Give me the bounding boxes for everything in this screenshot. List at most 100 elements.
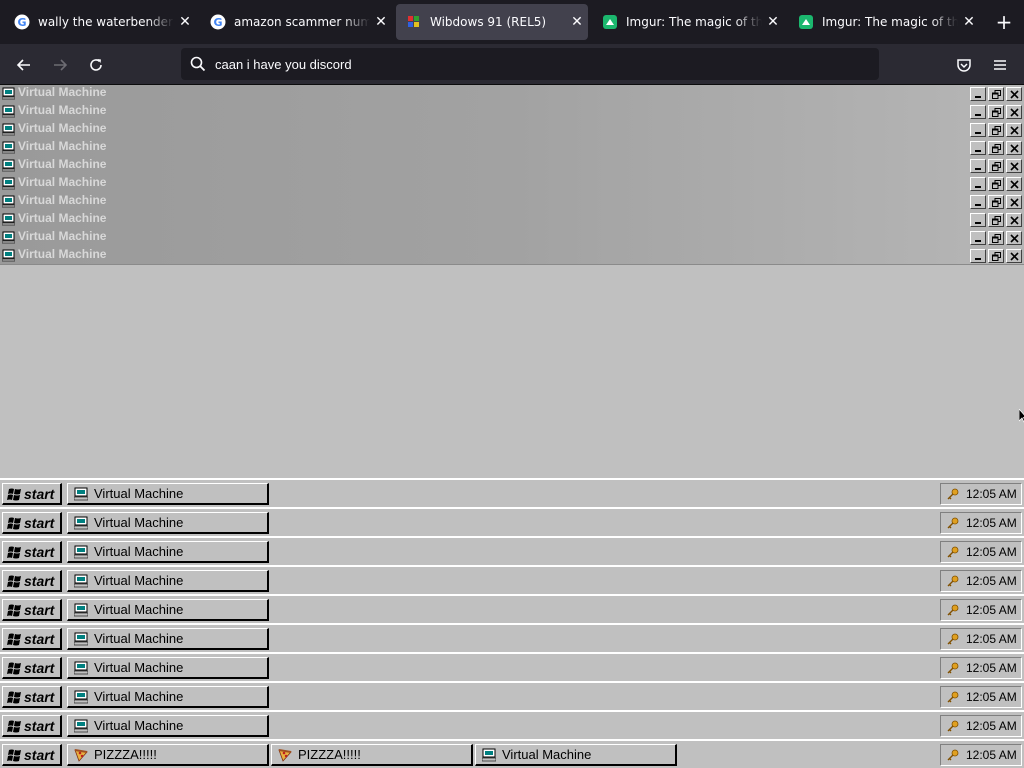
restore-button[interactable] bbox=[988, 249, 1004, 263]
close-button[interactable] bbox=[1006, 249, 1022, 263]
minimize-button[interactable] bbox=[970, 105, 986, 119]
taskbar-button[interactable]: Virtual Machine bbox=[67, 686, 269, 708]
taskbar-button[interactable]: PIZZZA!!!!! bbox=[271, 744, 473, 766]
tab-wally-waterbender[interactable]: G wally the waterbender - Go ✕ bbox=[4, 4, 196, 40]
clock[interactable]: 12:05 AM bbox=[966, 632, 1017, 646]
mouse-cursor-icon bbox=[1019, 409, 1024, 423]
minimize-button[interactable] bbox=[970, 249, 986, 263]
taskbar-button[interactable]: Virtual Machine bbox=[475, 744, 677, 766]
address-bar[interactable]: caan i have you discord bbox=[181, 48, 879, 80]
close-icon bbox=[1009, 107, 1019, 117]
pocket-button[interactable] bbox=[951, 52, 977, 78]
clock[interactable]: 12:05 AM bbox=[966, 487, 1017, 501]
vm-window-titlebar[interactable]: Virtual Machine bbox=[0, 103, 1024, 121]
close-button[interactable] bbox=[1006, 159, 1022, 173]
restore-button[interactable] bbox=[988, 123, 1004, 137]
restore-button[interactable] bbox=[988, 87, 1004, 101]
restore-button[interactable] bbox=[988, 141, 1004, 155]
computer-icon bbox=[2, 87, 15, 100]
close-button[interactable] bbox=[1006, 177, 1022, 191]
start-button[interactable]: start bbox=[2, 541, 62, 563]
clock[interactable]: 12:05 AM bbox=[966, 661, 1017, 675]
restore-button[interactable] bbox=[988, 195, 1004, 209]
restore-button[interactable] bbox=[988, 177, 1004, 191]
close-button[interactable] bbox=[1006, 195, 1022, 209]
minimize-button[interactable] bbox=[970, 123, 986, 137]
tab-amazon-scammer[interactable]: G amazon scammer numbers ✕ bbox=[200, 4, 392, 40]
restore-button[interactable] bbox=[988, 159, 1004, 173]
minimize-button[interactable] bbox=[970, 213, 986, 227]
menu-button[interactable] bbox=[987, 52, 1013, 78]
taskbar-button[interactable]: Virtual Machine bbox=[67, 715, 269, 737]
close-icon[interactable]: ✕ bbox=[566, 14, 588, 30]
clock[interactable]: 12:05 AM bbox=[966, 748, 1017, 762]
taskbar-button[interactable]: Virtual Machine bbox=[67, 599, 269, 621]
vm-window-titlebar[interactable]: Virtual Machine bbox=[0, 211, 1024, 229]
start-button[interactable]: start bbox=[2, 715, 62, 737]
start-button[interactable]: start bbox=[2, 628, 62, 650]
tab-wibdows-91[interactable]: Wibdows 91 (REL5) ✕ bbox=[396, 4, 588, 40]
restore-button[interactable] bbox=[988, 213, 1004, 227]
vm-window-titlebar[interactable]: Virtual Machine bbox=[0, 229, 1024, 247]
close-icon[interactable]: ✕ bbox=[370, 14, 392, 30]
reload-button[interactable] bbox=[83, 52, 109, 78]
clock[interactable]: 12:05 AM bbox=[966, 603, 1017, 617]
taskbar-button[interactable]: Virtual Machine bbox=[67, 570, 269, 592]
start-button[interactable]: start bbox=[2, 483, 62, 505]
forward-button[interactable] bbox=[47, 52, 73, 78]
restore-button[interactable] bbox=[988, 105, 1004, 119]
taskbar-button[interactable]: Virtual Machine bbox=[67, 512, 269, 534]
taskbar-button[interactable]: PIZZZA!!!!! bbox=[67, 744, 269, 766]
close-icon[interactable]: ✕ bbox=[958, 14, 980, 30]
system-tray: 12:05 AM bbox=[940, 744, 1022, 766]
wibdows-desktop[interactable]: Virtual Machine Virtual Machine Virtual … bbox=[0, 85, 1024, 768]
clock[interactable]: 12:05 AM bbox=[966, 545, 1017, 559]
close-icon bbox=[1009, 143, 1019, 153]
clock[interactable]: 12:05 AM bbox=[966, 690, 1017, 704]
taskbar-button[interactable]: Virtual Machine bbox=[67, 628, 269, 650]
minimize-button[interactable] bbox=[970, 141, 986, 155]
restore-button[interactable] bbox=[988, 231, 1004, 245]
minimize-button[interactable] bbox=[970, 195, 986, 209]
taskbar-button[interactable]: Virtual Machine bbox=[67, 657, 269, 679]
start-button[interactable]: start bbox=[2, 512, 62, 534]
new-tab-button[interactable]: + bbox=[990, 10, 1018, 34]
close-button[interactable] bbox=[1006, 87, 1022, 101]
vm-window-titlebar[interactable]: Virtual Machine bbox=[0, 157, 1024, 175]
tab-imgur-1[interactable]: Imgur: The magic of the Int ✕ bbox=[592, 4, 784, 40]
vm-window-titlebar[interactable]: Virtual Machine bbox=[0, 175, 1024, 193]
windows-logo-icon bbox=[7, 691, 21, 703]
taskbar-button[interactable]: Virtual Machine bbox=[67, 483, 269, 505]
close-button[interactable] bbox=[1006, 105, 1022, 119]
start-button[interactable]: start bbox=[2, 744, 62, 766]
vm-window-titlebar[interactable]: Virtual Machine bbox=[0, 193, 1024, 211]
start-button[interactable]: start bbox=[2, 657, 62, 679]
close-button[interactable] bbox=[1006, 213, 1022, 227]
close-icon[interactable]: ✕ bbox=[762, 14, 784, 30]
close-button[interactable] bbox=[1006, 141, 1022, 155]
minimize-button[interactable] bbox=[970, 159, 986, 173]
back-button[interactable] bbox=[11, 52, 37, 78]
vm-window-titlebar[interactable]: Virtual Machine bbox=[0, 121, 1024, 139]
close-button[interactable] bbox=[1006, 231, 1022, 245]
start-button[interactable]: start bbox=[2, 599, 62, 621]
taskbar-button[interactable]: Virtual Machine bbox=[67, 541, 269, 563]
clock[interactable]: 12:05 AM bbox=[966, 719, 1017, 733]
tab-title: amazon scammer numbers bbox=[234, 15, 370, 29]
taskbar: start Virtual Machine 12:05 AM bbox=[0, 536, 1024, 565]
close-button[interactable] bbox=[1006, 123, 1022, 137]
tab-imgur-2[interactable]: Imgur: The magic of the Int ✕ bbox=[788, 4, 980, 40]
start-button[interactable]: start bbox=[2, 686, 62, 708]
start-button[interactable]: start bbox=[2, 570, 62, 592]
minimize-button[interactable] bbox=[970, 87, 986, 101]
close-icon[interactable]: ✕ bbox=[174, 14, 196, 30]
minimize-button[interactable] bbox=[970, 231, 986, 245]
vm-window-titlebar[interactable]: Virtual Machine bbox=[0, 85, 1024, 103]
back-icon bbox=[16, 59, 30, 71]
clock[interactable]: 12:05 AM bbox=[966, 574, 1017, 588]
vm-window-titlebar[interactable]: Virtual Machine bbox=[0, 247, 1024, 265]
minimize-button[interactable] bbox=[970, 177, 986, 191]
vm-window-titlebar[interactable]: Virtual Machine bbox=[0, 139, 1024, 157]
clock[interactable]: 12:05 AM bbox=[966, 516, 1017, 530]
address-input[interactable]: caan i have you discord bbox=[215, 57, 352, 72]
